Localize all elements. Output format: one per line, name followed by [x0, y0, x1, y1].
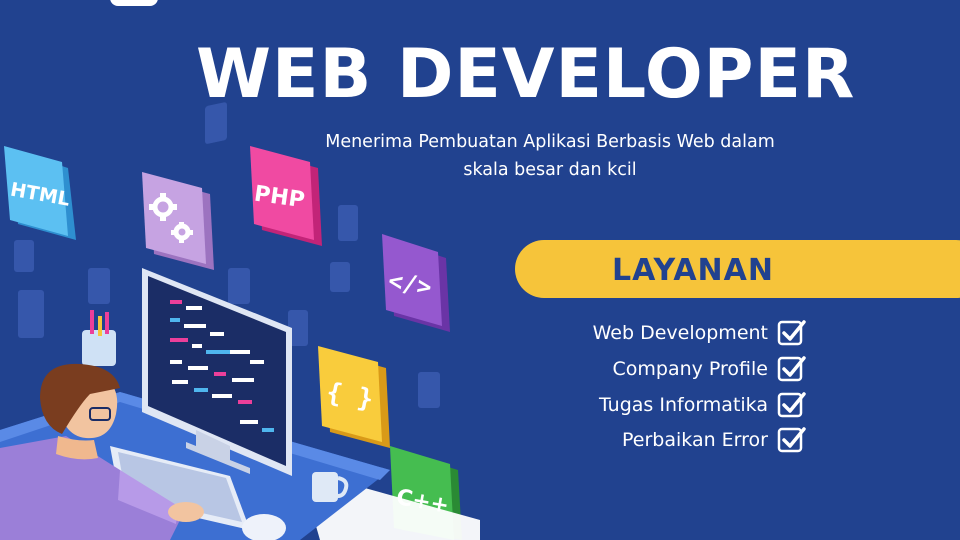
gear-tile [142, 172, 214, 270]
service-item-web-development: Web Development [592, 322, 768, 344]
code-tile: </> [382, 234, 450, 332]
services-heading: LAYANAN [612, 253, 774, 288]
checkbox-checked-icon [777, 427, 806, 453]
page-title: WEB DEVELOPER [196, 35, 856, 114]
checkbox-checked-icon [777, 320, 806, 346]
checkbox-checked-icon [777, 356, 806, 382]
braces-tile: { } [318, 346, 390, 448]
pencil-cup [82, 310, 116, 366]
subtitle-line-2: skala besar dan kcil [463, 160, 637, 180]
html-tile: HTML [4, 146, 76, 240]
poster: HTML PHP </> {} C++ WEB DEVELOPER Mener… [0, 0, 960, 540]
subtitle-line-1: Menerima Pembuatan Aplikasi Berbasis Web… [325, 132, 775, 152]
service-item-company-profile: Company Profile [612, 358, 768, 380]
page-subtitle: Menerima Pembuatan Aplikasi Berbasis Web… [300, 128, 800, 184]
service-item-tugas-informatika: Tugas Informatika [598, 394, 768, 416]
checkbox-checked-icon [777, 392, 806, 418]
service-item-perbaikan-error: Perbaikan Error [622, 429, 768, 451]
